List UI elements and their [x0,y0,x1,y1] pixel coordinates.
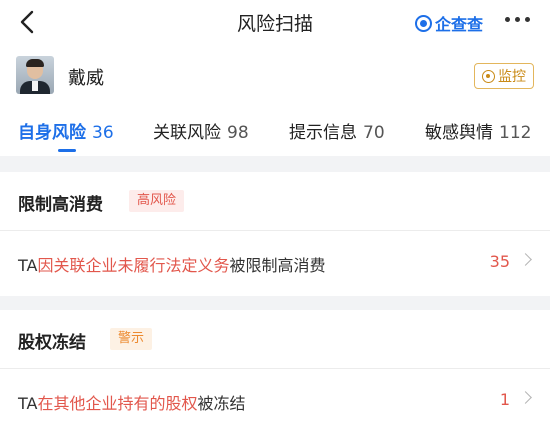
divider [0,368,550,369]
warning-badge: 警示 [110,328,153,350]
brand-name: 企查查 [435,15,484,34]
tab-label: 关联风险 [153,123,221,143]
risk-item-count: 35 [489,252,510,271]
section-divider [0,156,550,172]
risk-tabs: 自身风险 36 关联风险 98 提示信息 70 敏感舆情 112 [0,104,550,156]
nav-bar: 风险扫描 企查查 [0,0,550,44]
risk-item-text: TA在其他企业持有的股权被冻结 [18,394,246,413]
tab-count: 36 [92,123,114,143]
risk-item-restricted-consumption[interactable]: TA因关联企业未履行法定义务被限制高消费 35 [0,234,550,290]
section-divider [0,296,550,310]
risk-item-equity-freeze[interactable]: TA在其他企业持有的股权被冻结 1 [0,372,550,428]
chevron-right-icon [519,253,532,266]
monitor-button[interactable]: 监控 [474,63,534,89]
person-name[interactable]: 戴威 [68,64,104,90]
tab-count: 70 [363,123,385,143]
brand-logo: 企查查 [415,11,483,35]
divider [0,230,550,231]
tab-sensitive-news[interactable]: 敏感舆情 112 [425,118,531,143]
tab-label: 自身风险 [18,123,86,143]
tab-hint-info[interactable]: 提示信息 70 [289,118,385,143]
tab-label: 敏感舆情 [425,123,493,143]
risk-item-count: 1 [499,390,510,409]
tab-related-risk[interactable]: 关联风险 98 [153,118,249,143]
active-tab-indicator [58,149,76,152]
section-title-restricted-consumption: 限制高消费 [18,195,103,215]
risk-level-badge: 高风险 [129,190,185,212]
tab-self-risk[interactable]: 自身风险 36 [18,118,114,143]
monitor-label: 监控 [498,69,526,85]
tab-count: 98 [227,123,249,143]
monitor-icon [482,69,495,83]
tab-count: 112 [499,123,532,143]
risk-item-text: TA因关联企业未履行法定义务被限制高消费 [18,256,326,275]
chevron-right-icon [519,391,532,404]
section-title-equity-freeze: 股权冻结 [18,333,86,353]
brand-icon [415,14,432,32]
more-options-icon[interactable] [505,17,530,22]
avatar[interactable] [16,56,54,94]
person-header: 戴威 监控 [0,50,550,102]
tab-label: 提示信息 [289,123,357,143]
